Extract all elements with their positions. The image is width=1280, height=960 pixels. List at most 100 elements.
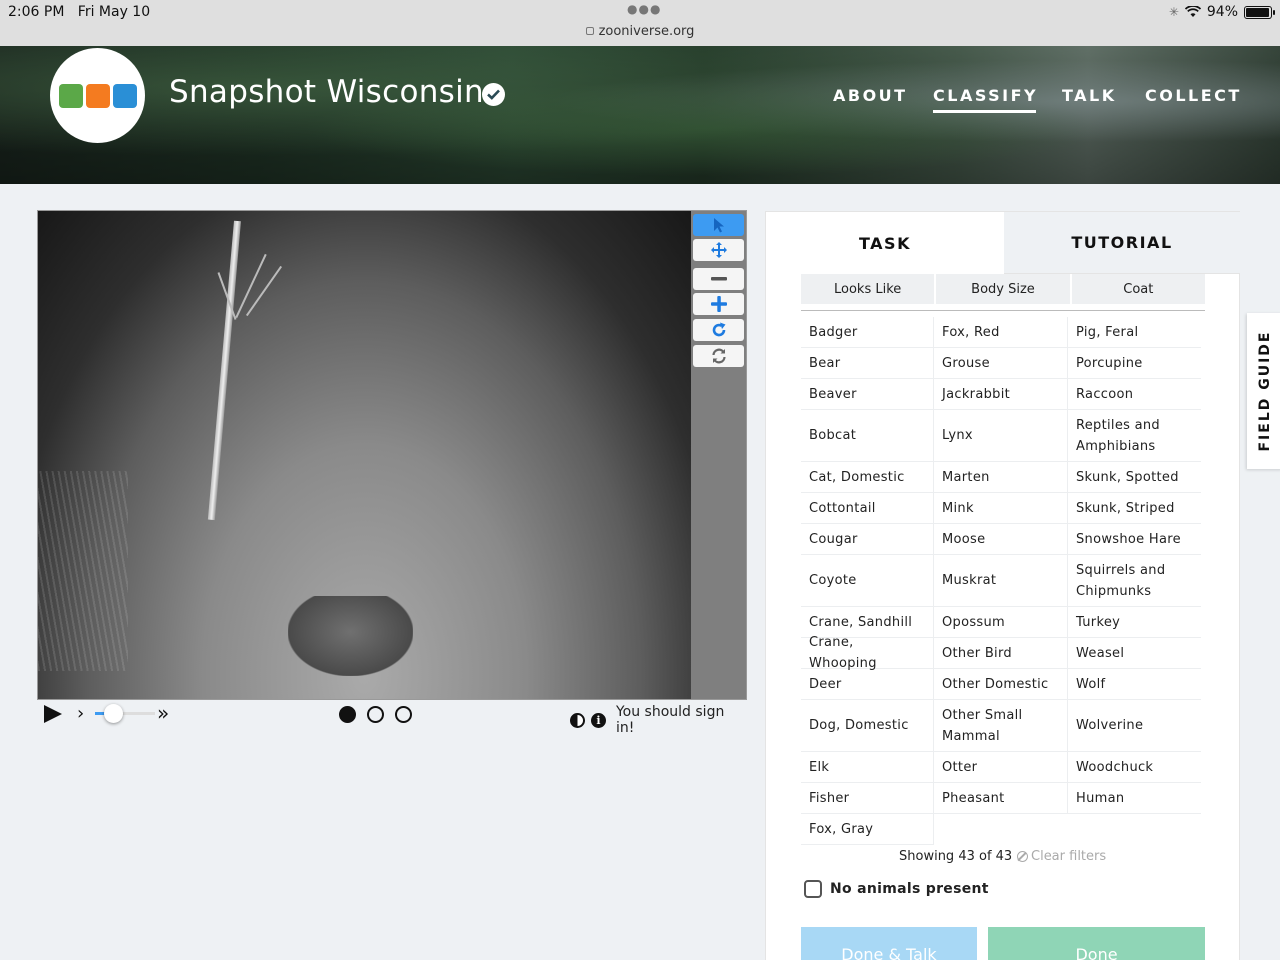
status-bar: 2:06 PM Fri May 10 ●●● zooniverse.org ✳ … [0, 0, 1280, 46]
animal-choice[interactable]: Badger [801, 317, 934, 348]
playback-controls: › » i You should sign in! [37, 700, 747, 736]
double-chevron-right-icon[interactable]: » [157, 701, 169, 725]
chevron-right-icon[interactable]: › [77, 703, 84, 724]
filter-coat[interactable]: Coat [1071, 274, 1205, 304]
animal-choice[interactable]: Turkey [1068, 607, 1201, 638]
frame-dot[interactable] [339, 706, 356, 723]
done-and-talk-button[interactable]: Done & Talk [801, 927, 977, 960]
frame-dot[interactable] [395, 706, 412, 723]
filter-body-size[interactable]: Body Size [936, 274, 1070, 304]
animal-choice[interactable]: Other Small Mammal [934, 700, 1068, 752]
animal-choice[interactable]: Lynx [934, 410, 1068, 462]
pointer-icon [713, 218, 724, 233]
animal-choice[interactable]: Cougar [801, 524, 934, 555]
animal-choice[interactable]: Wolf [1068, 669, 1201, 700]
zoom-in-icon [710, 296, 727, 312]
nav-classify[interactable]: CLASSIFY [933, 86, 1038, 113]
animal-choice[interactable]: Bobcat [801, 410, 934, 462]
animal-choice[interactable]: Skunk, Spotted [1068, 462, 1201, 493]
animal-choice[interactable]: Muskrat [934, 555, 1068, 607]
info-icon[interactable]: i [590, 712, 606, 728]
more-dots-icon[interactable]: ●●● [627, 2, 661, 16]
reset-tool[interactable] [693, 345, 744, 367]
animal-icon [112, 83, 137, 108]
clear-filters-link[interactable]: Clear filters [1017, 849, 1106, 864]
animal-choice[interactable]: Human [1068, 783, 1201, 814]
nav-collect[interactable]: COLLECT [1145, 86, 1242, 105]
frame-dot[interactable] [367, 706, 384, 723]
project-header: Snapshot Wisconsin ABOUT CLASSIFY TALK C… [0, 46, 1280, 184]
raccoon-figure [288, 596, 413, 676]
filter-looks-like[interactable]: Looks Like [801, 274, 935, 304]
animal-choice[interactable]: Marten [934, 462, 1068, 493]
animal-choice[interactable]: Other Bird [934, 638, 1068, 669]
subject-image[interactable] [38, 211, 691, 699]
animal-choice[interactable]: Beaver [801, 379, 934, 410]
rotate-tool[interactable] [693, 319, 744, 341]
lock-icon [585, 27, 594, 35]
play-icon[interactable] [44, 705, 62, 723]
animal-choice[interactable]: Fisher [801, 783, 934, 814]
tab-task[interactable]: TASK [766, 212, 1004, 274]
animal-choice[interactable]: Bear [801, 348, 934, 379]
filter-bar: Looks Like Body Size Coat [801, 274, 1205, 304]
project-title[interactable]: Snapshot Wisconsin [169, 74, 484, 110]
animal-choice[interactable]: Wolverine [1068, 700, 1201, 752]
animal-choice[interactable]: Fox, Gray [801, 814, 934, 845]
address-bar[interactable]: zooniverse.org [0, 24, 1280, 39]
animal-choice[interactable]: Weasel [1068, 638, 1201, 669]
animal-choice[interactable]: Skunk, Striped [1068, 493, 1201, 524]
contrast-icon[interactable] [570, 712, 585, 728]
move-icon [710, 242, 727, 258]
done-button[interactable]: Done [988, 927, 1205, 960]
zoom-in-tool[interactable] [693, 293, 744, 315]
animal-choice[interactable]: Fox, Red [934, 317, 1068, 348]
animal-choice[interactable]: Reptiles and Amphibians [1068, 410, 1201, 462]
animal-choice[interactable]: Elk [801, 752, 934, 783]
zoom-out-tool[interactable] [693, 268, 744, 290]
animal-choice[interactable]: Opossum [934, 607, 1068, 638]
slider-knob[interactable] [104, 704, 123, 723]
animal-choice[interactable]: Dog, Domestic [801, 700, 934, 752]
move-tool[interactable] [693, 239, 744, 261]
animal-choice[interactable]: Jackrabbit [934, 379, 1068, 410]
wifi-icon [1184, 6, 1201, 17]
checkbox[interactable] [804, 880, 822, 898]
nav-talk[interactable]: TALK [1062, 86, 1117, 105]
animal-choice[interactable]: Pig, Feral [1068, 317, 1201, 348]
animal-choice[interactable]: Otter [934, 752, 1068, 783]
image-toolbar [691, 211, 746, 699]
animal-choice[interactable]: Moose [934, 524, 1068, 555]
animal-choice[interactable]: Coyote [801, 555, 934, 607]
task-panel: TASK TUTORIAL Looks Like Body Size Coat … [765, 211, 1240, 960]
animal-choice[interactable]: Cottontail [801, 493, 934, 524]
animal-choice[interactable]: Other Domestic [934, 669, 1068, 700]
plant-icon [58, 83, 83, 108]
animal-choice[interactable]: Grouse [934, 348, 1068, 379]
loading-icon: ✳ [1168, 5, 1179, 19]
animal-choice[interactable]: Pheasant [934, 783, 1068, 814]
speed-slider[interactable] [95, 704, 155, 723]
animal-choice[interactable]: Deer [801, 669, 934, 700]
tab-tutorial[interactable]: TUTORIAL [1004, 212, 1240, 274]
subject-viewer [37, 210, 747, 700]
animal-choice[interactable]: Squirrels and Chipmunks [1068, 555, 1201, 607]
battery-percent: 94% [1206, 4, 1238, 20]
divider [801, 310, 1205, 311]
animal-choice[interactable]: Woodchuck [1068, 752, 1201, 783]
animal-choice[interactable]: Crane, Whooping [801, 635, 934, 671]
field-guide-tab[interactable]: FIELD GUIDE [1247, 313, 1280, 469]
animal-choice[interactable]: Porcupine [1068, 348, 1201, 379]
animal-choice[interactable]: Raccoon [1068, 379, 1201, 410]
nav-about[interactable]: ABOUT [833, 86, 908, 105]
sun-icon [85, 83, 110, 108]
tree-trunk [207, 220, 241, 521]
pointer-tool[interactable] [693, 214, 744, 236]
verified-icon [482, 83, 505, 106]
animal-choice[interactable]: Cat, Domestic [801, 462, 934, 493]
animal-choice[interactable]: Snowshoe Hare [1068, 524, 1201, 555]
zoom-out-icon [710, 277, 727, 281]
no-animals-checkbox[interactable]: No animals present [804, 880, 989, 898]
animal-choice[interactable]: Mink [934, 493, 1068, 524]
project-logo[interactable] [50, 48, 145, 143]
